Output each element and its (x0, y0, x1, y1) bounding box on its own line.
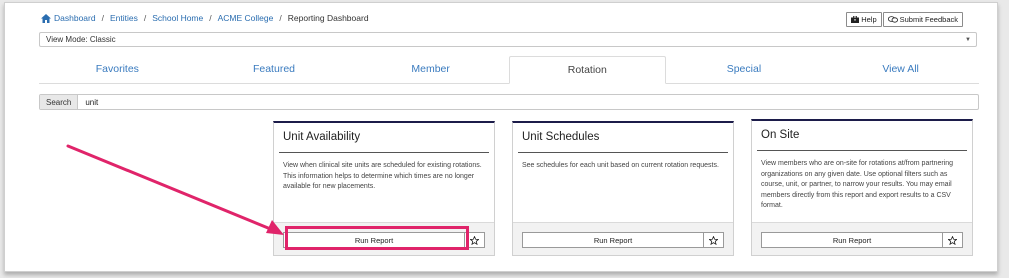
view-mode-value: View Mode: Classic (46, 35, 116, 44)
top-actions: Help Submit Feedback (845, 12, 963, 27)
breadcrumb-entities[interactable]: Entities (110, 13, 138, 23)
card-divider (279, 152, 489, 153)
report-card-on-site: On Site View members who are on-site for… (751, 119, 973, 256)
report-tabs: Favorites Featured Member Rotation Speci… (39, 56, 979, 84)
star-icon (948, 235, 957, 245)
card-title: Unit Schedules (522, 131, 600, 143)
tab-featured[interactable]: Featured (196, 56, 353, 83)
card-title: On Site (761, 129, 800, 141)
run-report-button[interactable]: Run Report (283, 232, 465, 248)
card-footer: Run Report (274, 222, 494, 255)
chat-icon (887, 16, 898, 23)
report-card-unit-schedules: Unit Schedules See schedules for each un… (512, 121, 734, 256)
card-title: Unit Availability (283, 131, 361, 143)
breadcrumb-separator: / (279, 13, 282, 23)
breadcrumb-separator: / (101, 13, 104, 23)
breadcrumb-school-home[interactable]: School Home (152, 13, 203, 23)
breadcrumb-separator: / (143, 13, 147, 23)
star-icon (470, 235, 479, 245)
page-frame: Dashboard / Entities / School Home / ACM… (4, 2, 998, 272)
card-description: See schedules for each unit based on cur… (522, 162, 719, 169)
home-icon[interactable] (41, 13, 51, 23)
card-footer: Run Report (513, 222, 733, 255)
card-footer: Run Report (752, 222, 972, 255)
breadcrumb-dashboard[interactable]: Dashboard (54, 13, 96, 23)
chevron-down-icon: ▼ (965, 37, 971, 43)
breadcrumb-separator: / (209, 13, 212, 23)
tab-view-all[interactable]: View All (822, 56, 979, 83)
help-button[interactable]: Help (846, 12, 882, 27)
search-label: Search (40, 95, 79, 109)
favorite-button[interactable] (942, 232, 963, 248)
card-divider (518, 152, 728, 153)
tab-member[interactable]: Member (352, 56, 509, 83)
breadcrumb-current: Reporting Dashboard (287, 13, 369, 23)
feedback-label: Submit Feedback (899, 15, 958, 24)
breadcrumb-acme-college[interactable]: ACME College (218, 13, 274, 23)
tab-special[interactable]: Special (666, 56, 823, 83)
search-bar: Search unit (39, 94, 979, 110)
run-report-button[interactable]: Run Report (522, 232, 704, 248)
submit-feedback-button[interactable]: Submit Feedback (882, 12, 963, 27)
help-label: Help (861, 15, 877, 24)
star-icon (709, 235, 718, 245)
tab-rotation[interactable]: Rotation (508, 56, 666, 84)
tab-favorites[interactable]: Favorites (39, 56, 196, 83)
favorite-button[interactable] (703, 232, 724, 248)
card-description: View when clinical site units are schedu… (283, 162, 482, 190)
favorite-button[interactable] (464, 232, 485, 248)
search-input[interactable]: unit (78, 95, 98, 109)
briefcase-icon (851, 16, 860, 23)
run-report-button[interactable]: Run Report (761, 232, 943, 248)
breadcrumb: Dashboard / Entities / School Home / ACM… (41, 13, 369, 23)
view-mode-select[interactable]: View Mode: Classic ▼ (39, 32, 977, 47)
card-divider (757, 150, 967, 151)
card-description: View members who are on-site for rotatio… (761, 160, 954, 209)
report-card-unit-availability: Unit Availability View when clinical sit… (273, 121, 495, 256)
